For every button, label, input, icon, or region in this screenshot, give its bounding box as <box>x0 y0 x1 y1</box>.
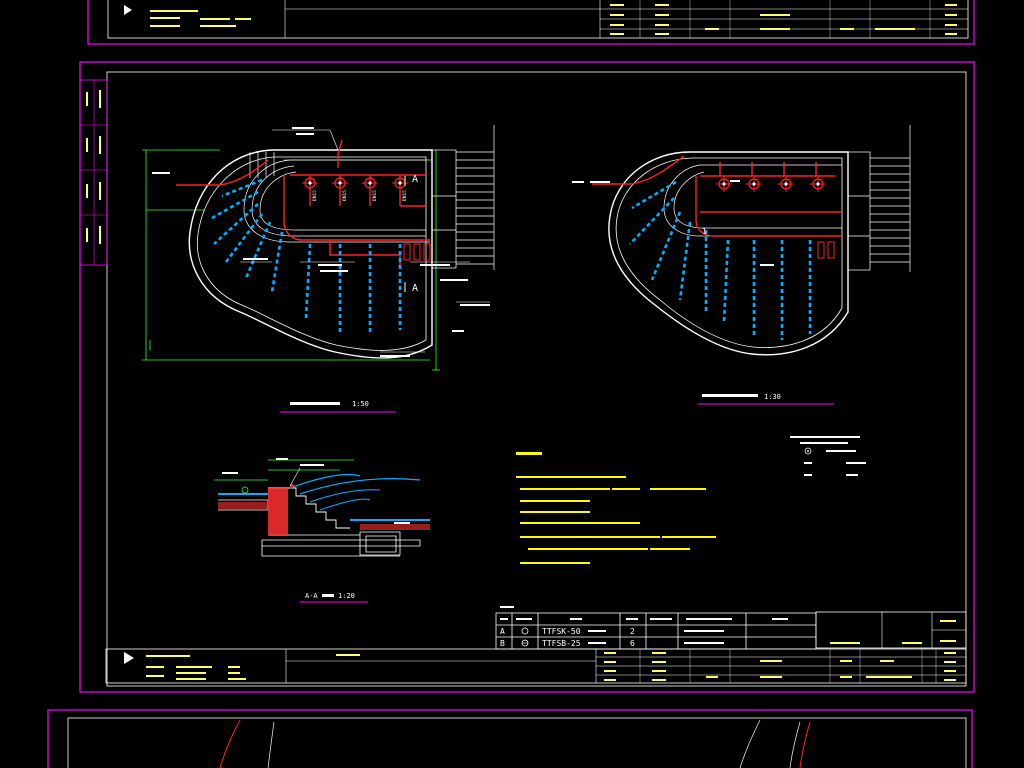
table-row: B TTFSB-25 6 <box>500 639 724 648</box>
section-scale-label: 1:20 <box>338 592 355 600</box>
section-dimension-lines <box>214 459 354 481</box>
layout-supply-pipe <box>592 155 842 237</box>
section-name-label: A-A <box>305 592 318 600</box>
cad-viewport[interactable]: A A DN15 DN15 DN15 DN15 1:50 1 1:30 A-A … <box>0 0 1024 768</box>
section-wall-hatch <box>268 488 288 536</box>
pipe-label: DN15 <box>402 190 408 201</box>
jet-nozzle-lines <box>211 178 402 334</box>
layout-index-label: 1 <box>702 227 707 236</box>
layout-title-glyphs <box>702 394 758 397</box>
table-row: A TTFSK-50 2 <box>500 627 724 636</box>
fountain-layout-drawing[interactable]: 1 1:30 <box>572 125 911 405</box>
pipe-label: DN15 <box>342 190 348 201</box>
section-callout-a-bottom: A <box>412 283 418 294</box>
supply-pipe <box>176 139 430 268</box>
pipe-label: DN15 <box>312 190 318 201</box>
pipe-label: DN15 <box>372 190 378 201</box>
top-sheet-fragment <box>87 0 975 45</box>
fountain-plan-drawing[interactable]: A A DN15 DN15 DN15 DN15 1:50 <box>142 125 495 413</box>
materials-table[interactable]: A TTFSK-50 2 B TTFSB-25 6 <box>495 606 817 650</box>
layout-pump-equipment <box>817 241 835 259</box>
cad-drawing-canvas[interactable]: A A DN15 DN15 DN15 DN15 1:50 1 1:30 A-A … <box>0 0 1024 768</box>
table-cell-qty: 2 <box>630 627 635 636</box>
table-cell-model: TTFSB-25 <box>542 639 581 648</box>
main-sheet-frame <box>79 61 975 693</box>
table-cell-qty: 6 <box>630 639 635 648</box>
layout-annotation-strokes <box>572 180 774 266</box>
title-block <box>105 611 967 684</box>
logo-icon <box>124 652 134 664</box>
plan-title-glyphs <box>290 402 340 405</box>
bottom-sheet-fragment <box>47 709 973 768</box>
nozzle-a-group <box>302 175 408 191</box>
logo-icon <box>124 5 132 15</box>
design-notes-block <box>516 452 716 564</box>
section-callout-a-top: A <box>412 174 418 185</box>
layout-adjacent-structure <box>847 125 911 272</box>
section-a-a-drawing[interactable]: A-A 1:20 <box>214 458 430 603</box>
nozzle-legend <box>790 436 866 476</box>
table-cell-id: A <box>500 627 505 636</box>
plan-scale-label: 1:50 <box>352 400 369 408</box>
layout-nozzle-a-group <box>716 176 826 192</box>
nozzle-a-symbol-icon <box>521 627 529 635</box>
layout-jet-lines <box>629 180 812 340</box>
table-cell-model: TTFSK-50 <box>542 627 581 636</box>
plan-adjacent-structure <box>431 125 495 270</box>
table-cell-id: B <box>500 639 505 648</box>
layout-scale-label: 1:30 <box>764 393 781 401</box>
